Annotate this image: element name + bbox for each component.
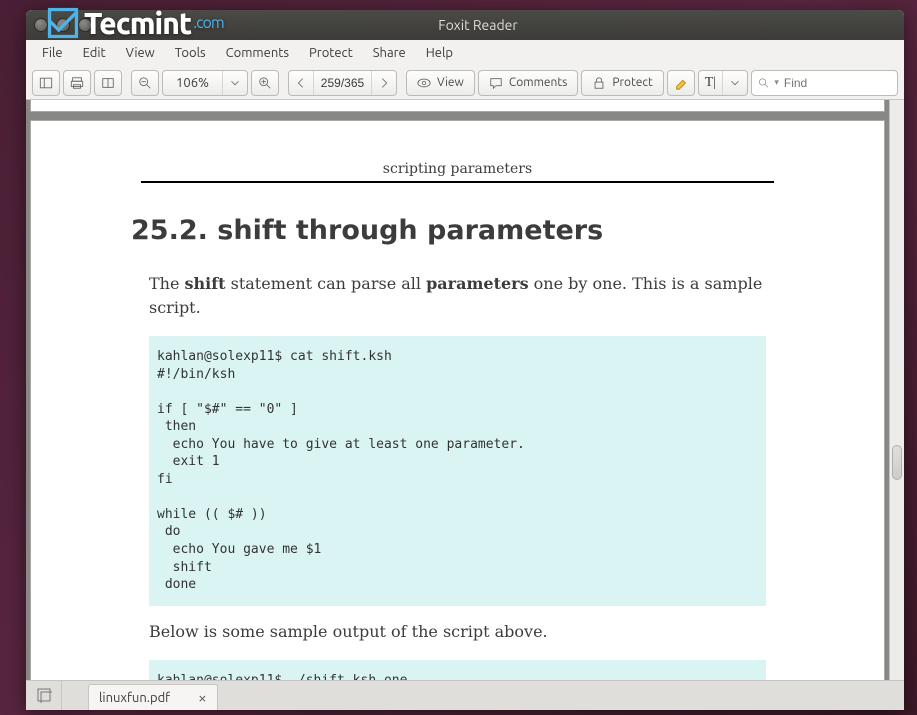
comments-button[interactable]: Comments — [478, 70, 578, 96]
reading-mode-button[interactable] — [94, 70, 122, 96]
text-tool-button[interactable]: T| — [699, 71, 723, 95]
scroll-thumb[interactable] — [892, 445, 902, 480]
text-tool[interactable]: T| — [698, 70, 748, 96]
zoom-dropdown[interactable] — [223, 71, 247, 95]
page-current: 259 — [321, 76, 341, 90]
menu-share[interactable]: Share — [363, 42, 416, 64]
menu-view[interactable]: View — [116, 42, 165, 64]
find-input[interactable] — [784, 76, 891, 90]
menu-comments[interactable]: Comments — [216, 42, 299, 64]
zoom-value[interactable]: 106% — [163, 71, 223, 95]
view-label: View — [437, 76, 464, 89]
paragraph-1: The shift statement can parse all parame… — [149, 272, 766, 320]
next-page-button[interactable] — [372, 71, 396, 95]
page-total: 365 — [344, 76, 364, 90]
protect-button[interactable]: Protect — [581, 70, 663, 96]
minimize-icon[interactable] — [56, 18, 70, 32]
zoom-out-button[interactable] — [131, 70, 159, 96]
highlight-button[interactable] — [667, 70, 695, 96]
document-viewport[interactable]: scripting parameters 25.2. shift through… — [26, 100, 904, 680]
section-heading: 25.2. shift through parameters — [131, 215, 784, 246]
maximize-icon[interactable] — [78, 18, 92, 32]
tab-label: linuxfun.pdf — [99, 691, 170, 705]
find-box[interactable]: ▾ — [751, 70, 898, 96]
titlebar[interactable]: Foxit Reader — [26, 10, 904, 40]
menu-file[interactable]: File — [32, 42, 73, 64]
menu-protect[interactable]: Protect — [299, 42, 363, 64]
page: scripting parameters 25.2. shift through… — [30, 120, 885, 680]
print-button[interactable] — [63, 70, 91, 96]
close-icon[interactable] — [34, 18, 48, 32]
page-indicator[interactable]: 259/365 — [314, 71, 372, 95]
code-block-2: kahlan@solexp11$ ./shift.ksh one You gav… — [149, 660, 766, 680]
tabbar: linuxfun.pdf × — [26, 680, 904, 710]
menu-help[interactable]: Help — [416, 42, 463, 64]
find-dropdown-icon[interactable]: ▾ — [774, 77, 779, 88]
page-nav: 259/365 — [288, 70, 397, 96]
protect-label: Protect — [612, 76, 652, 89]
code-block-1: kahlan@solexp11$ cat shift.ksh #!/bin/ks… — [149, 336, 766, 606]
view-button[interactable]: View — [406, 70, 475, 96]
menu-tools[interactable]: Tools — [165, 42, 216, 64]
prev-page-button[interactable] — [289, 71, 314, 95]
paragraph-2: Below is some sample output of the scrip… — [149, 620, 766, 644]
zoom-in-button[interactable] — [251, 70, 279, 96]
window-title: Foxit Reader — [100, 17, 896, 33]
vertical-scrollbar[interactable] — [889, 100, 904, 680]
zoom-level[interactable]: 106% — [162, 70, 248, 96]
running-head: scripting parameters — [141, 161, 774, 183]
sidebar-toggle-button[interactable] — [32, 70, 60, 96]
menu-edit[interactable]: Edit — [73, 42, 116, 64]
search-icon — [758, 76, 769, 90]
document-tab[interactable]: linuxfun.pdf × — [88, 684, 218, 710]
menubar: File Edit View Tools Comments Protect Sh… — [26, 40, 904, 66]
close-tab-icon[interactable]: × — [198, 689, 206, 706]
panel-toggle-button[interactable] — [26, 680, 62, 710]
text-tool-dropdown[interactable] — [723, 71, 747, 95]
toolbar: 106% 259/365 View Comments Protect — [26, 66, 904, 100]
comments-label: Comments — [509, 76, 567, 89]
prev-page-edge — [30, 100, 885, 112]
app-window: Foxit Reader File Edit View Tools Commen… — [26, 10, 904, 710]
